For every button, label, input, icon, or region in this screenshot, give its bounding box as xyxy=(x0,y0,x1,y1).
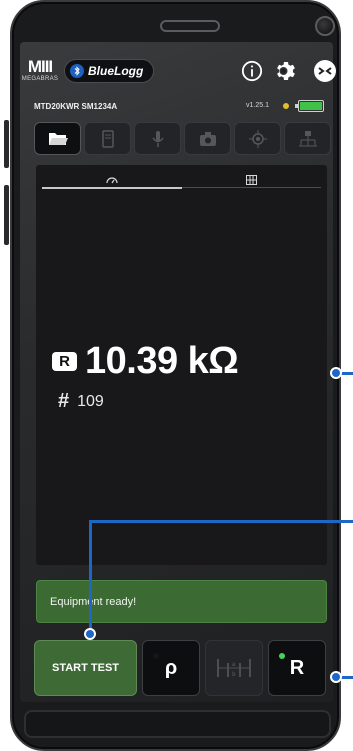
active-tab-indicator xyxy=(42,187,182,189)
gps-button[interactable] xyxy=(234,122,281,155)
start-test-button[interactable]: START TEST xyxy=(34,640,137,696)
connection-status-dot xyxy=(283,103,289,109)
logo-word: MEGABRAS xyxy=(21,76,59,82)
power-button xyxy=(4,185,9,245)
wiring-button[interactable] xyxy=(284,122,331,155)
speaker-grille xyxy=(160,20,220,32)
led-on-indicator xyxy=(279,653,285,659)
resistance-badge: R xyxy=(52,352,77,371)
callout-dot-value xyxy=(330,367,342,379)
resistivity-label: ρ xyxy=(164,656,178,679)
callout-line-start-vertical xyxy=(89,520,92,632)
resistance-button[interactable]: R xyxy=(268,640,326,696)
app-name: BlueLogg xyxy=(88,64,144,78)
resistance-label: R xyxy=(289,656,305,679)
file-icon xyxy=(101,129,114,148)
disconnect-icon[interactable] xyxy=(312,58,338,84)
svg-text:a: a xyxy=(232,662,236,668)
battery-icon xyxy=(295,100,324,112)
folder-icon xyxy=(48,132,68,145)
camera-photo-icon xyxy=(199,131,216,146)
camera-icon xyxy=(315,16,335,36)
report-button[interactable] xyxy=(84,122,131,155)
start-test-label: START TEST xyxy=(51,662,119,674)
hash-icon: # xyxy=(58,390,70,412)
microphone-icon xyxy=(151,130,164,147)
control-bar: START TEST ρ a b R xyxy=(34,640,326,696)
measurement-value: 10.39 kΩ xyxy=(85,340,239,382)
measurement-reading: R 10.39 kΩ xyxy=(52,340,239,383)
measurement-count: # 109 xyxy=(58,390,104,413)
resistivity-button[interactable]: ρ xyxy=(142,640,200,696)
status-text: Equipment ready! xyxy=(50,595,137,608)
tool-bar xyxy=(34,122,331,155)
microphone-button[interactable] xyxy=(134,122,181,155)
gear-icon[interactable] xyxy=(273,58,299,84)
logo-mark: MIII xyxy=(27,57,53,76)
camera-button[interactable] xyxy=(184,122,231,155)
megabras-logo: MIII MEGABRAS xyxy=(21,57,59,83)
bluelogg-badge: BlueLogg xyxy=(64,59,155,83)
brand-header: MIII MEGABRAS BlueLogg xyxy=(21,56,155,86)
callout-line-start-horizontal xyxy=(89,520,353,523)
callout-dot-start xyxy=(84,628,96,640)
count-value: 109 xyxy=(77,392,104,410)
led-off-indicator xyxy=(153,653,159,659)
home-bar xyxy=(24,710,331,738)
electrode-layout-icon: a b xyxy=(217,659,251,678)
grid-icon xyxy=(245,175,257,185)
info-icon[interactable] xyxy=(239,58,265,84)
status-bar: Equipment ready! xyxy=(36,580,327,623)
callout-dot-resistance xyxy=(330,671,342,683)
device-id: MTD20KWR SM1234A xyxy=(34,102,118,111)
wenner-button[interactable]: a b xyxy=(205,640,263,696)
gps-icon xyxy=(248,129,267,148)
volume-button xyxy=(4,120,9,168)
gauge-icon xyxy=(106,177,118,184)
svg-text:b: b xyxy=(232,672,236,678)
bluetooth-icon xyxy=(70,64,84,78)
app-version: v1.25.1 xyxy=(246,102,269,109)
tab-divider xyxy=(182,187,321,188)
folder-button[interactable] xyxy=(34,122,81,155)
wiring-icon xyxy=(298,130,317,146)
